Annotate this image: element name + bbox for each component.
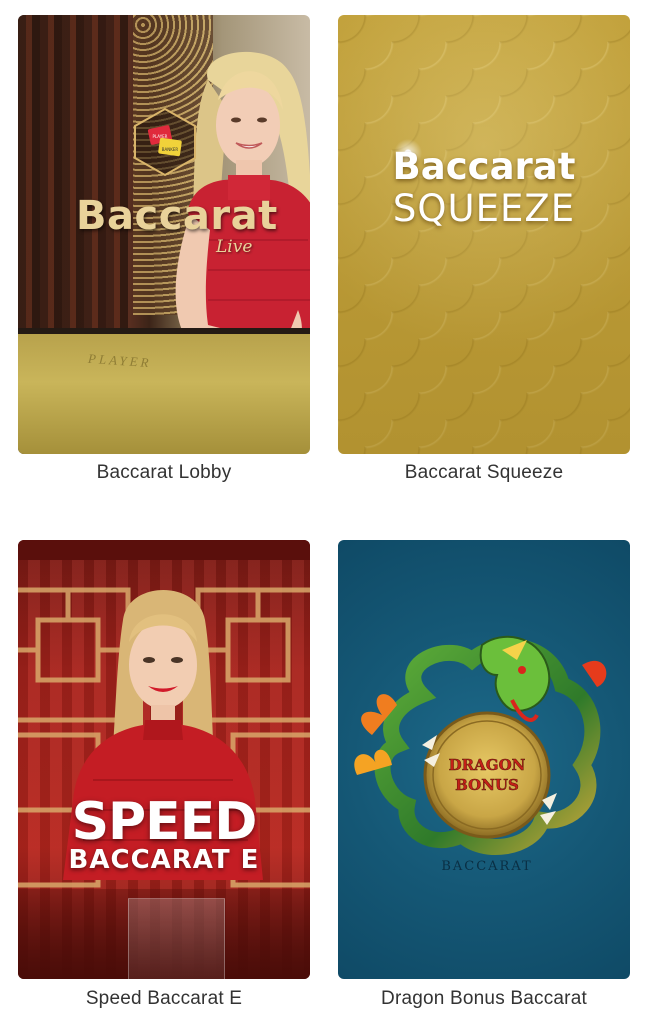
game-grid: PLAYER PLAYER BANKER Baccarat Live Bacca…	[0, 0, 652, 1024]
dragon-bonus-emblem-icon: DRAGON BONUS BACCARAT	[354, 635, 607, 874]
logo-player-text: PLAYER	[153, 134, 168, 139]
artwork-title: Baccarat	[392, 145, 576, 188]
game-tile-baccarat-squeeze[interactable]: Baccarat SQUEEZE	[338, 15, 630, 454]
artwork-title: Baccarat	[76, 193, 278, 239]
card-shoe	[128, 898, 225, 979]
game-caption[interactable]: Baccarat Lobby	[18, 462, 310, 484]
emblem-title-line2: BONUS	[455, 776, 519, 794]
top-bar-decoration	[18, 540, 310, 560]
baccarat-table	[18, 334, 310, 454]
emblem-ring-text: BACCARAT	[441, 859, 532, 874]
game-tile-speed-baccarat-e[interactable]: SPEED BACCARAT E	[18, 540, 310, 979]
game-tile-baccarat-lobby[interactable]: PLAYER PLAYER BANKER Baccarat Live	[18, 15, 310, 454]
artwork-title: SPEED	[71, 792, 258, 852]
curtain-decoration	[18, 15, 128, 335]
artwork-subtitle: BACCARAT E	[68, 845, 260, 875]
emblem-title-line1: DRAGON	[449, 756, 526, 774]
baccarat-hex-logo-icon: PLAYER BANKER	[134, 107, 196, 177]
game-tile-dragon-bonus-baccarat[interactable]: DRAGON BONUS BACCARAT	[338, 540, 630, 979]
game-caption[interactable]: Dragon Bonus Baccarat	[338, 988, 630, 1010]
artwork-subtitle: SQUEEZE	[392, 187, 576, 230]
game-caption[interactable]: Baccarat Squeeze	[338, 462, 630, 484]
artwork-subtitle: Live	[216, 237, 253, 257]
game-caption[interactable]: Speed Baccarat E	[18, 988, 310, 1010]
tile-shading	[338, 15, 630, 454]
logo-banker-text: BANKER	[162, 147, 179, 152]
